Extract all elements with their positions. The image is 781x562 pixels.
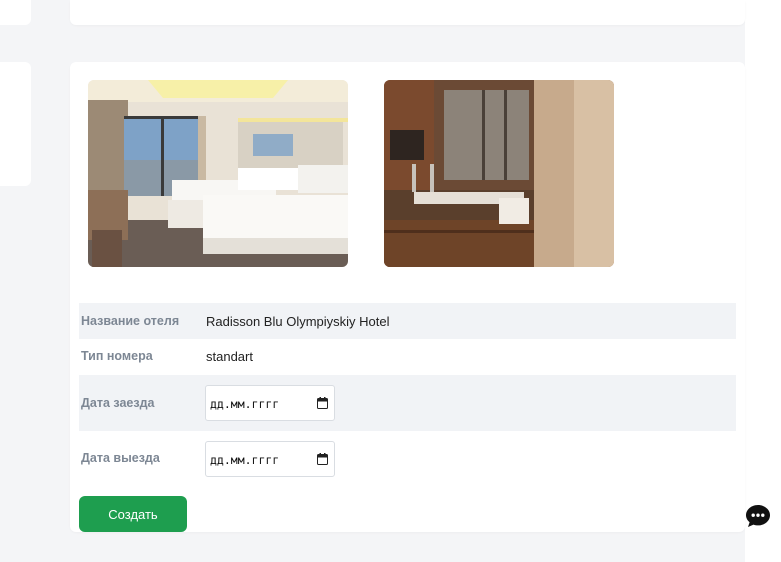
sidebar-card	[0, 62, 31, 186]
hotel-name-label: Название отеля	[81, 314, 180, 328]
table-row: Дата выезда дд.мм.гггг	[79, 431, 736, 485]
checkout-date-placeholder: дд.мм.гггг	[210, 453, 280, 467]
checkin-label: Дата заезда	[81, 396, 155, 410]
checkout-label: Дата выезда	[81, 451, 160, 465]
sidebar-card-top	[0, 0, 31, 25]
table-row: Дата заезда дд.мм.гггг	[79, 375, 736, 431]
calendar-icon[interactable]	[317, 453, 328, 465]
room-type-value: standart	[206, 349, 253, 364]
booking-details-table: Название отеля Radisson Blu Olympiyskiy …	[79, 303, 736, 485]
bathroom-photo	[384, 80, 614, 267]
checkout-date-input[interactable]: дд.мм.гггг	[205, 441, 335, 477]
checkin-date-input[interactable]: дд.мм.гггг	[205, 385, 335, 421]
page-gutter	[745, 0, 781, 562]
table-row: Название отеля Radisson Blu Olympiyskiy …	[79, 303, 736, 339]
hotel-name-value: Radisson Blu Olympiyskiy Hotel	[206, 314, 390, 329]
chat-bubble-icon[interactable]	[745, 503, 771, 529]
room-type-label: Тип номера	[81, 349, 153, 363]
checkin-date-placeholder: дд.мм.гггг	[210, 397, 280, 411]
calendar-icon[interactable]	[317, 397, 328, 409]
create-booking-button[interactable]: Создать	[79, 496, 187, 532]
room-photo	[88, 80, 348, 267]
previous-card	[70, 0, 745, 25]
table-row: Тип номера standart	[79, 339, 736, 375]
